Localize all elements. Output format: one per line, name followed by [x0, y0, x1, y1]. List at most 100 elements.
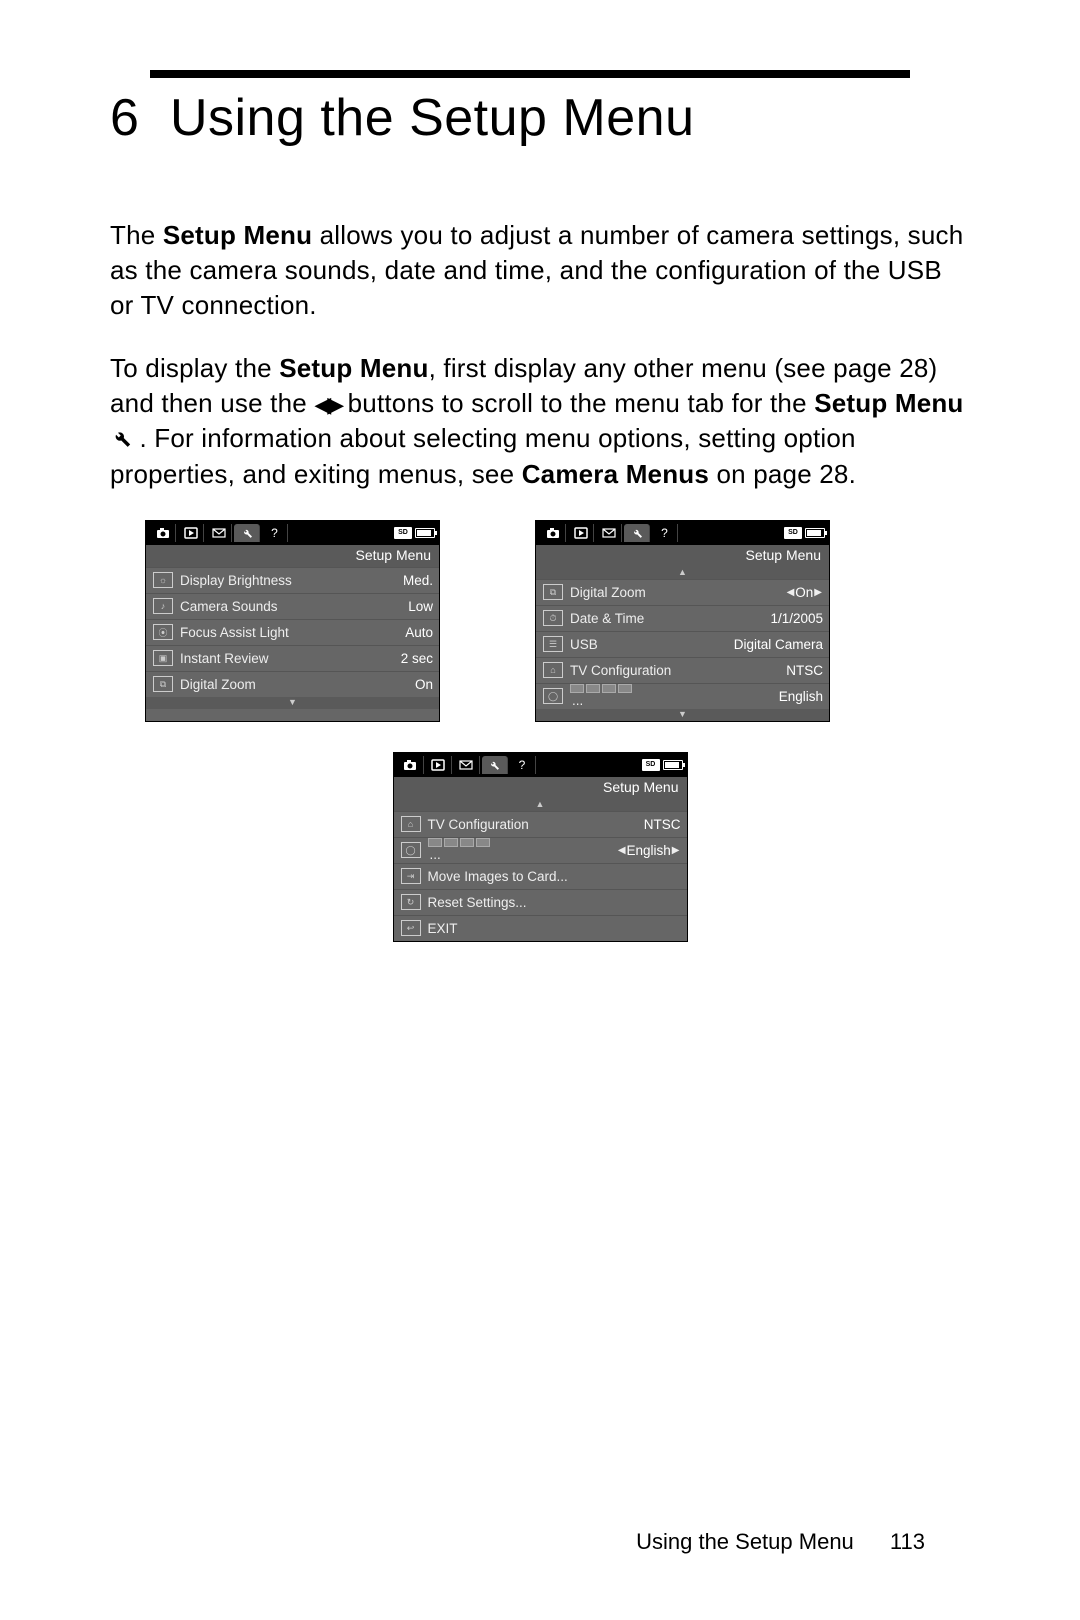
play-tab-icon — [568, 524, 594, 542]
camera-tab-icon — [150, 524, 176, 542]
row-icon: ♪ — [150, 598, 176, 614]
lcd-title: Setup Menu — [536, 545, 829, 567]
menu-row: ⧉Digital ZoomOn — [146, 671, 439, 697]
sd-card-icon: SD — [642, 759, 660, 771]
sd-card-icon: SD — [784, 527, 802, 539]
battery-icon — [663, 760, 683, 770]
footer-section: Using the Setup Menu — [636, 1529, 854, 1554]
chapter-rule — [150, 70, 910, 78]
help-tab-icon: ? — [652, 524, 678, 542]
row-icon: ↩ — [398, 920, 424, 936]
menu-row: ⦿Focus Assist LightAuto — [146, 619, 439, 645]
lcd-title: Setup Menu — [146, 545, 439, 567]
battery-icon — [805, 528, 825, 538]
lcd-tab-bar: ? SD — [146, 521, 439, 545]
row-label: TV Configuration — [424, 817, 644, 832]
row-value: English — [627, 843, 671, 858]
lcd-screen-1: ? SD Setup Menu ☼Display BrightnessMed. ♪… — [145, 520, 440, 722]
menu-row: ☰USBDigital Camera — [536, 631, 829, 657]
page-number: 113 — [890, 1529, 925, 1554]
setup-tab-icon — [482, 756, 508, 774]
lcd-screen-2: ? SD Setup Menu ▲ ⧉Digital Zoom◀On▶⏱Date… — [535, 520, 830, 722]
row-value: 2 sec — [401, 651, 433, 666]
left-arrow-icon: ◀ — [786, 587, 796, 598]
menu-row: ↻Reset Settings... — [394, 889, 687, 915]
intro-paragraph-2: To display the Setup Menu, first display… — [110, 351, 970, 491]
mail-tab-icon — [596, 524, 622, 542]
row-icon: ◯ — [398, 842, 424, 858]
row-icon: ↻ — [398, 894, 424, 910]
menu-row: ⌂TV ConfigurationNTSC — [536, 657, 829, 683]
mail-tab-icon — [454, 756, 480, 774]
scroll-down-icon: ▼ — [146, 697, 439, 709]
camera-tab-icon — [398, 756, 424, 774]
menu-row: ⧉Digital Zoom◀On▶ — [536, 579, 829, 605]
row-label: Digital Zoom — [566, 585, 786, 600]
row-icon: ☰ — [540, 636, 566, 652]
menu-row: ◯...◀English▶ — [394, 837, 687, 863]
page-footer: Using the Setup Menu 113 — [636, 1529, 925, 1555]
camera-tab-icon — [540, 524, 566, 542]
row-value: NTSC — [644, 817, 681, 832]
lcd-screen-3: ? SD Setup Menu ▲ ⌂TV ConfigurationNTSC◯… — [393, 752, 688, 942]
setup-tab-icon — [234, 524, 260, 542]
row-label: Camera Sounds — [176, 599, 408, 614]
scroll-down-icon: ▼ — [536, 709, 829, 721]
setup-tab-icon — [624, 524, 650, 542]
row-label: Reset Settings... — [424, 895, 681, 910]
row-icon: ☼ — [150, 572, 176, 588]
menu-row: ♪Camera SoundsLow — [146, 593, 439, 619]
row-icon: ⇥ — [398, 868, 424, 884]
lcd-tab-bar: ? SD — [394, 753, 687, 777]
wrench-icon — [110, 423, 139, 453]
row-icon: ⌂ — [540, 662, 566, 678]
menu-row: ⇥Move Images to Card... — [394, 863, 687, 889]
row-label: Move Images to Card... — [424, 869, 681, 884]
right-arrow-icon: ▶ — [813, 587, 823, 598]
right-arrow-icon: ▶ — [671, 845, 681, 856]
row-icon: ⦿ — [150, 624, 176, 640]
left-right-arrows-icon: ◀▶ — [314, 390, 340, 420]
menu-row: ⏱Date & Time1/1/2005 — [536, 605, 829, 631]
row-label: Digital Zoom — [176, 677, 415, 692]
sd-card-icon: SD — [394, 527, 412, 539]
row-value: Low — [408, 599, 433, 614]
help-tab-icon: ? — [510, 756, 536, 774]
menu-row: ↩EXIT — [394, 915, 687, 941]
row-icon: ◯ — [540, 688, 566, 704]
chapter-title: Using the Setup Menu — [170, 89, 695, 147]
row-label: Display Brightness — [176, 573, 403, 588]
row-label: Date & Time — [566, 611, 770, 626]
lcd-tab-bar: ? SD — [536, 521, 829, 545]
row-label: TV Configuration — [566, 663, 786, 678]
row-icon: ⧉ — [540, 584, 566, 600]
mail-tab-icon — [206, 524, 232, 542]
lcd-screens-row-2: ? SD Setup Menu ▲ ⌂TV ConfigurationNTSC◯… — [110, 752, 970, 942]
menu-row: ◯...English — [536, 683, 829, 709]
menu-row: ⌂TV ConfigurationNTSC — [394, 811, 687, 837]
row-value: On — [415, 677, 433, 692]
language-flags-icon — [570, 684, 779, 693]
help-tab-icon: ? — [262, 524, 288, 542]
chapter-heading: 6 Using the Setup Menu — [110, 88, 970, 148]
row-value: Auto — [405, 625, 433, 640]
left-arrow-icon: ◀ — [617, 845, 627, 856]
row-value: English — [779, 689, 823, 704]
battery-icon — [415, 528, 435, 538]
row-icon: ▣ — [150, 650, 176, 666]
intro-paragraph-1: The Setup Menu allows you to adjust a nu… — [110, 218, 970, 323]
scroll-up-icon: ▲ — [394, 799, 687, 811]
menu-row: ▣Instant Review2 sec — [146, 645, 439, 671]
language-flags-icon — [428, 838, 617, 847]
row-icon: ⧉ — [150, 676, 176, 692]
row-label: EXIT — [424, 921, 681, 936]
chapter-number: 6 — [110, 88, 155, 148]
row-icon: ⏱ — [540, 610, 566, 626]
row-value: Med. — [403, 573, 433, 588]
row-label: Focus Assist Light — [176, 625, 405, 640]
lcd-screens-row-1: ? SD Setup Menu ☼Display BrightnessMed. ♪… — [145, 520, 970, 722]
play-tab-icon — [178, 524, 204, 542]
row-value: 1/1/2005 — [770, 611, 823, 626]
row-icon: ⌂ — [398, 816, 424, 832]
row-label: Instant Review — [176, 651, 401, 666]
